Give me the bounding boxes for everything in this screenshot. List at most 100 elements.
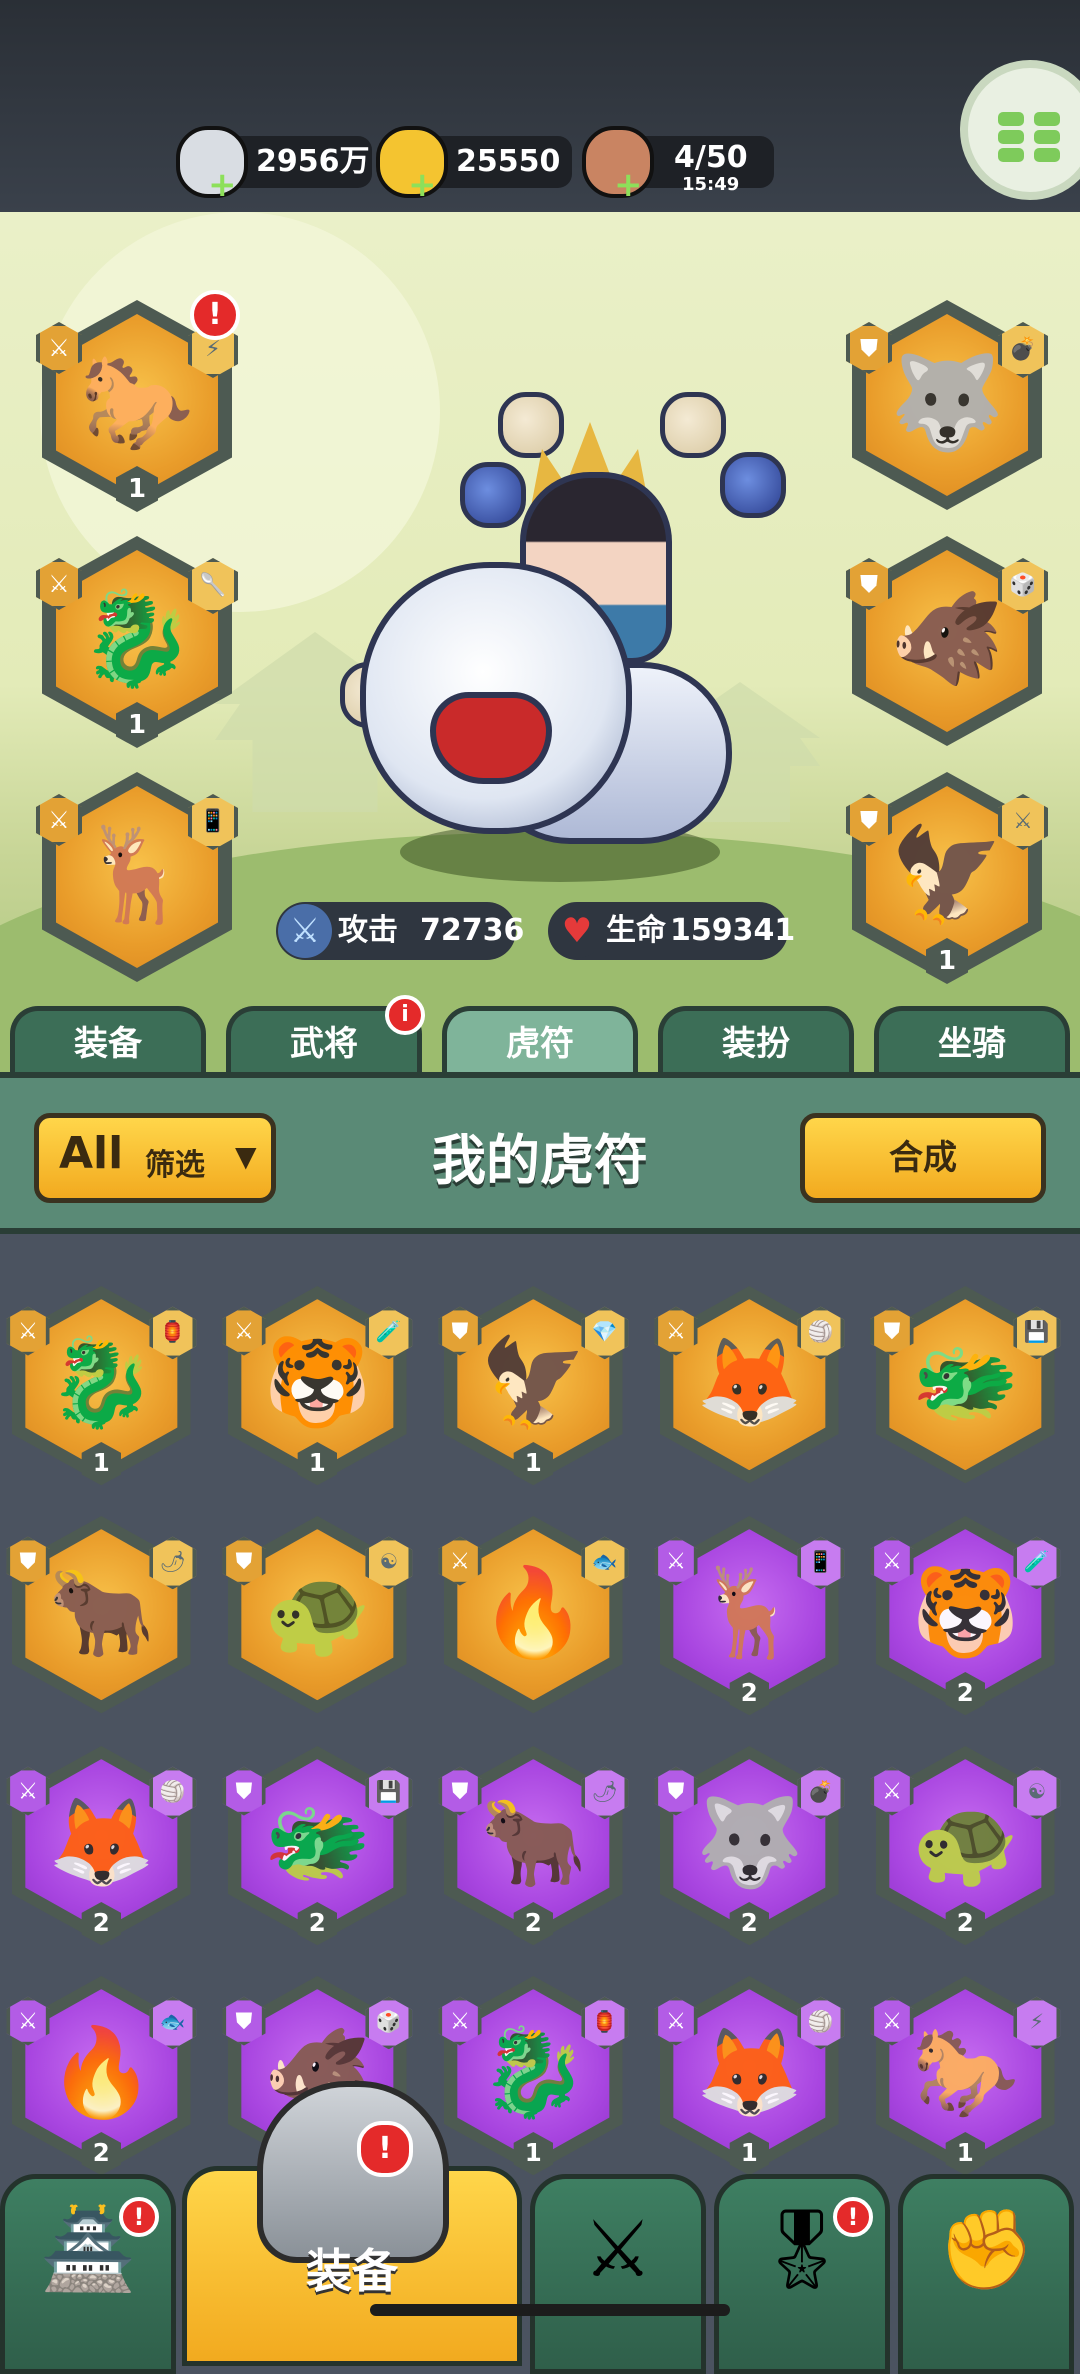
beast-emblem-icon: 🐲 (263, 1792, 372, 1893)
tally-badge[interactable]: 🦅 ⛊ 💎 1 (438, 1286, 629, 1486)
panel-title: 我的虎符 (432, 1129, 648, 1192)
upgrade-icon: ✊ (937, 2205, 1035, 2295)
beast-emblem-icon: 🔥 (47, 2022, 156, 2123)
add-silver-icon[interactable]: + (208, 168, 237, 202)
tally-badge[interactable]: 🐯 ⚔ 🧪 2 (870, 1516, 1061, 1716)
hp-value: 159341 (670, 913, 796, 948)
tally-grid: 🐉 ⚔ 🏮 1 🐯 ⚔ 🧪 1 🦅 ⛊ 💎 1 🦊 ⚔ 🏐 🐲 ⛊ 💾 🐂 ⛊ 🌶 🐢 ⛊ ☯ 🔥 ⚔ 🐟 🦌 ⚔ 📱 2 🐯 ⚔ 🧪 2 🦊 ⚔ 🏐 2 🐲… (0, 1234, 1080, 2176)
tally-badge[interactable]: 🔥 ⚔ 🐟 2 (6, 1976, 197, 2176)
alert-badge: ! (119, 2197, 159, 2237)
tally-badge[interactable]: 🦌 ⚔ 📱 2 (654, 1516, 845, 1716)
nav-upgrade[interactable]: ✊ (898, 2174, 1074, 2374)
beast-emblem-icon: 🦊 (695, 1332, 804, 1433)
beast-emblem-icon: 🐉 (47, 1332, 156, 1433)
tally-badge[interactable]: 🦅 ⛊ ⚔ 1 (846, 772, 1048, 984)
alert-badge: ! (833, 2197, 873, 2237)
tally-badge[interactable]: 🦊 ⚔ 🏐 2 (6, 1746, 197, 1946)
floating-orb (660, 392, 726, 458)
beast-emblem-icon: 🐎 (79, 349, 195, 457)
battle-icon: ⚔ (583, 2205, 653, 2295)
heart-icon: ♥ (550, 904, 604, 958)
tally-badge[interactable]: 🐢 ⛊ ☯ (222, 1516, 413, 1714)
beast-emblem-icon: 🐺 (695, 1792, 804, 1893)
beast-emblem-icon: 🐂 (479, 1792, 588, 1893)
tab-label: 武将 (290, 1024, 358, 1064)
tally-badge[interactable]: 🐢 ⚔ ☯ 2 (870, 1746, 1061, 1946)
tally-badge[interactable]: 🐲 ⛊ 💾 (870, 1286, 1061, 1484)
beast-emblem-icon: 🦌 (695, 1562, 804, 1663)
tally-badge[interactable]: 🐉 ⚔ 🥄 1 (36, 536, 238, 748)
tally-badge[interactable]: 🦊 ⚔ 🏐 (654, 1286, 845, 1484)
tab-4[interactable]: 坐骑 (874, 1006, 1070, 1076)
tally-badge[interactable]: 🐉 ⚔ 🏮 1 (438, 1976, 629, 2176)
attack-value: 72736 (420, 913, 525, 948)
beast-emblem-icon: 🦅 (479, 1332, 588, 1433)
tally-badge[interactable]: 🐎 ⚔ ⚡ 1! (36, 290, 240, 512)
tally-panel-header: All 筛选 ▼ 我的虎符 合成 (0, 1072, 1080, 1234)
gold-counter[interactable]: + 25550 (376, 126, 572, 202)
tab-label: 装扮 (722, 1024, 790, 1064)
beast-emblem-icon: 🐲 (911, 1332, 1020, 1433)
beast-emblem-icon: 🐗 (889, 585, 1005, 693)
beast-emblem-icon: 🐎 (911, 2022, 1020, 2123)
silver-counter[interactable]: + 2956万 (176, 126, 372, 202)
tab-label: 坐骑 (938, 1024, 1006, 1064)
tab-1[interactable]: 武将 i (226, 995, 425, 1076)
tally-badge[interactable]: 🦌 ⚔ 📱 (36, 772, 238, 982)
hp-stat: ♥ 生命 159341 (548, 902, 795, 960)
floating-orb (720, 452, 786, 518)
tally-badge[interactable]: 🔥 ⚔ 🐟 (438, 1516, 629, 1714)
home-indicator (370, 2304, 730, 2316)
info-badge: i (385, 995, 425, 1035)
beast-emblem-icon: 🐺 (889, 349, 1005, 457)
tab-label: 装备 (74, 1024, 142, 1064)
main-menu-button[interactable] (960, 60, 1080, 200)
beast-emblem-icon: 🐯 (911, 1562, 1020, 1663)
beast-emblem-icon: 🐯 (263, 1332, 372, 1433)
tab-2[interactable]: 虎符 (442, 1006, 638, 1076)
chevron-down-icon: ▼ (235, 1140, 257, 1173)
tally-badge[interactable]: 🐺 ⛊ 💣 (846, 300, 1048, 510)
alert-badge: ! (357, 2121, 413, 2177)
tab-0[interactable]: 装备 (10, 1006, 206, 1076)
gold-value: 25550 (456, 144, 561, 179)
beast-emblem-icon: 🐉 (479, 2022, 588, 2123)
hp-label: 生命 (606, 913, 666, 948)
tally-badge[interactable]: 🐯 ⚔ 🧪 1 (222, 1286, 413, 1486)
add-gold-icon[interactable]: + (408, 168, 437, 202)
add-stamina-icon[interactable]: + (614, 168, 643, 202)
filter-button[interactable]: All 筛选 ▼ (34, 1113, 276, 1203)
tally-badge[interactable]: 🐂 ⛊ 🌶 (6, 1516, 197, 1714)
beast-emblem-icon: 🔥 (479, 1562, 588, 1663)
nav-shop[interactable]: 🏯! (0, 2174, 176, 2374)
silver-value: 2956万 (256, 144, 370, 179)
tab-3[interactable]: 装扮 (658, 1006, 854, 1076)
tally-badge[interactable]: 🐲 ⛊ 💾 2 (222, 1746, 413, 1946)
combine-button[interactable]: 合成 (800, 1113, 1046, 1203)
beast-emblem-icon: 🦊 (47, 1792, 156, 1893)
attack-stat: ⚔ 攻击 72736 (276, 902, 524, 960)
stamina-counter[interactable]: + 4/50 15:49 (582, 126, 774, 202)
top-bar: + 2956万 + 25550 + 4/50 15:49 (0, 0, 1080, 212)
nav-battle[interactable]: ⚔ (530, 2174, 706, 2374)
tiger-mouth (430, 692, 552, 784)
hero-character[interactable] (340, 392, 786, 912)
tally-badge[interactable]: 🐉 ⚔ 🏮 1 (6, 1286, 197, 1486)
filter-label: 筛选 (145, 1148, 205, 1183)
filter-all-label: All (59, 1128, 124, 1179)
nav-heroes[interactable]: 🎖! (714, 2174, 890, 2374)
tab-label: 虎符 (506, 1024, 574, 1064)
attack-label: 攻击 (338, 913, 398, 948)
sword-icon: ⚔ (278, 904, 332, 958)
hero-stage: 🐎 ⚔ ⚡ 1! 🐉 ⚔ 🥄 1 🦌 ⚔ 📱 🐺 ⛊ 💣 🐗 ⛊ 🎲 🦅 ⛊ ⚔ 1 ⚔ 攻击 72736 ♥ 生命 1… (0, 212, 1080, 1072)
tally-badge[interactable]: 🐎 ⚔ ⚡ 1 (870, 1976, 1061, 2176)
beast-emblem-icon: 🦊 (695, 2022, 804, 2123)
section-tabs: 装备 武将 i 虎符 装扮 坐骑 (0, 995, 1080, 1076)
floating-orb (498, 392, 564, 458)
tally-badge[interactable]: 🐺 ⛊ 💣 2 (654, 1746, 845, 1946)
tally-badge[interactable]: 🐂 ⛊ 🌶 2 (438, 1746, 629, 1946)
nav-equipment[interactable]: 装备! (182, 2081, 522, 2366)
beast-emblem-icon: 🐂 (47, 1562, 156, 1663)
tally-badge[interactable]: 🐗 ⛊ 🎲 (846, 536, 1048, 746)
tally-badge[interactable]: 🦊 ⚔ 🏐 1 (654, 1976, 845, 2176)
